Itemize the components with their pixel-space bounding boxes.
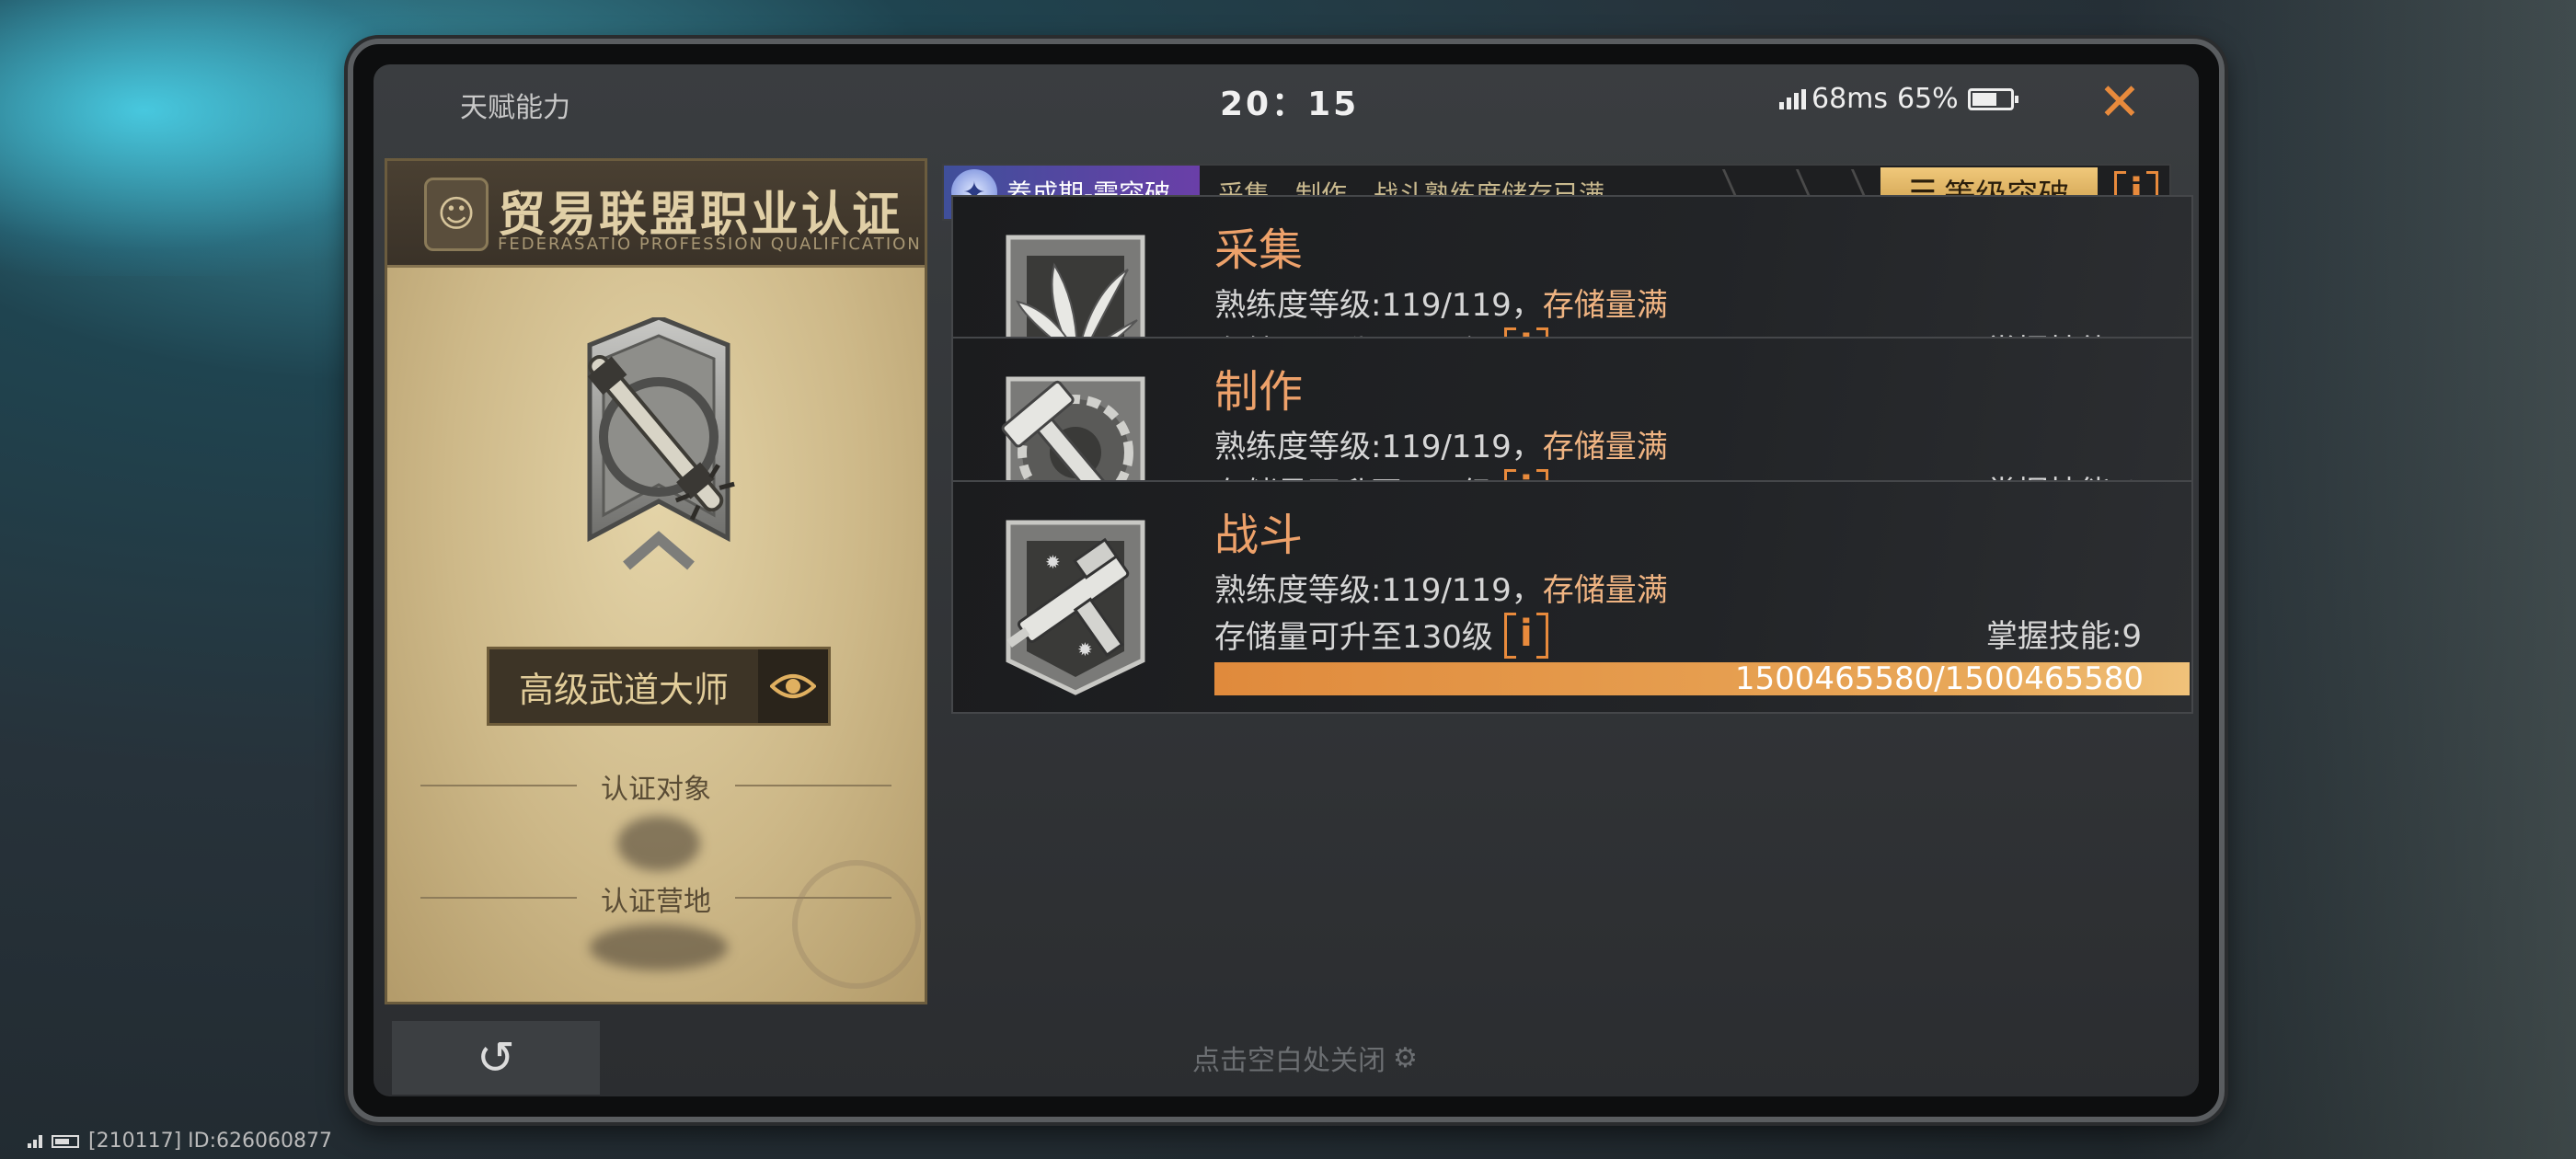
skill-cap: 存储量可升至130级 i — [1214, 611, 1550, 659]
page-title: 天赋能力 — [460, 92, 570, 124]
back-button[interactable]: ↺ — [392, 1021, 600, 1095]
skill-level-text: 熟练度等级:119/119， — [1214, 287, 1543, 324]
network-status: 68ms — [1779, 83, 1888, 115]
skill-emblem-icon: ✹ ✹ — [990, 504, 1161, 697]
skill-level-text: 熟练度等级:119/119， — [1214, 572, 1543, 609]
certificate-subtitle: FEDERASATIO PROFESSION QUALIFICATION — [498, 235, 922, 254]
spiked-club-emblem-icon — [587, 317, 735, 570]
talent-screen: 天赋能力 20：15 68ms 65% ✕ ☺ 贸易联盟职业认证 FEDERAS… — [374, 64, 2199, 1096]
svg-text:✹: ✹ — [1077, 638, 1093, 660]
trade-alliance-logo-icon: ☺ — [424, 178, 489, 251]
skill-level-text: 熟练度等级:119/119， — [1214, 429, 1543, 465]
skill-info-button[interactable]: i — [1502, 611, 1550, 659]
device-frame: 天赋能力 20：15 68ms 65% ✕ ☺ 贸易联盟职业认证 FEDERAS… — [348, 39, 2225, 1122]
skill-level: 熟练度等级:119/119，存储量满 — [1214, 280, 1668, 325]
ping-value: 68ms — [1811, 83, 1889, 115]
target-signature — [617, 816, 700, 871]
signal-icon — [1779, 88, 1806, 109]
clock: 20：15 — [1220, 86, 1360, 123]
rank-title: 高级武道大师 — [518, 669, 729, 710]
signal-icon — [28, 1134, 42, 1148]
close-button[interactable]: ✕ — [2092, 75, 2147, 131]
footer-info: [210117] ID:626060877 — [28, 1130, 332, 1153]
battery-icon — [52, 1134, 79, 1148]
skill-name: 战斗 — [1214, 510, 1304, 561]
certificate-header: ☺ 贸易联盟职业认证 FEDERASATIO PROFESSION QUALIF… — [387, 161, 925, 268]
skill-name: 采集 — [1214, 224, 1304, 276]
skill-cap-text: 存储量可升至130级 — [1214, 618, 1493, 656]
close-hint: 点击空白处关闭 ⚙ — [1192, 1038, 1418, 1078]
player-id: [210117] ID:626060877 — [88, 1130, 332, 1153]
skill-storage-status: 存储量满 — [1542, 429, 1668, 465]
skill-level: 熟练度等级:119/119，存储量满 — [1214, 421, 1668, 466]
skill-card[interactable]: ✹ ✹ 战斗 熟练度等级:119/119，存储量满 存储量可升至130级 i 掌握… — [951, 480, 2193, 714]
svg-text:✹: ✹ — [1045, 551, 1061, 573]
battery-icon — [1967, 87, 2018, 110]
skill-storage-status: 存储量满 — [1542, 572, 1668, 609]
battery-status: 65% — [1897, 83, 2018, 115]
close-hint-text: 点击空白处关闭 — [1192, 1045, 1386, 1077]
proficiency-progress-bar: 1500465580/1500465580 — [1214, 660, 2190, 697]
cert-target-label: 认证对象 — [387, 766, 925, 807]
gear-icon: ⚙ — [1393, 1041, 1418, 1074]
rank-title-box[interactable]: 高级武道大师 — [487, 647, 831, 726]
seal-stamp — [792, 860, 921, 989]
status-bar: 天赋能力 20：15 68ms 65% ✕ — [374, 64, 2199, 158]
skill-name: 制作 — [1214, 366, 1304, 418]
progress-value: 1500465580/1500465580 — [1734, 660, 2144, 697]
skill-level: 熟练度等级:119/119，存储量满 — [1214, 565, 1668, 610]
back-arrow-icon: ↺ — [477, 1031, 515, 1084]
battery-percent: 65% — [1897, 83, 1959, 115]
eye-icon[interactable] — [758, 649, 828, 723]
skill-storage-status: 存储量满 — [1542, 287, 1668, 324]
camp-signature — [590, 924, 728, 970]
mastered-skills: 掌握技能:9 — [1985, 618, 2142, 655]
certificate-panel: ☺ 贸易联盟职业认证 FEDERASATIO PROFESSION QUALIF… — [385, 158, 927, 1004]
